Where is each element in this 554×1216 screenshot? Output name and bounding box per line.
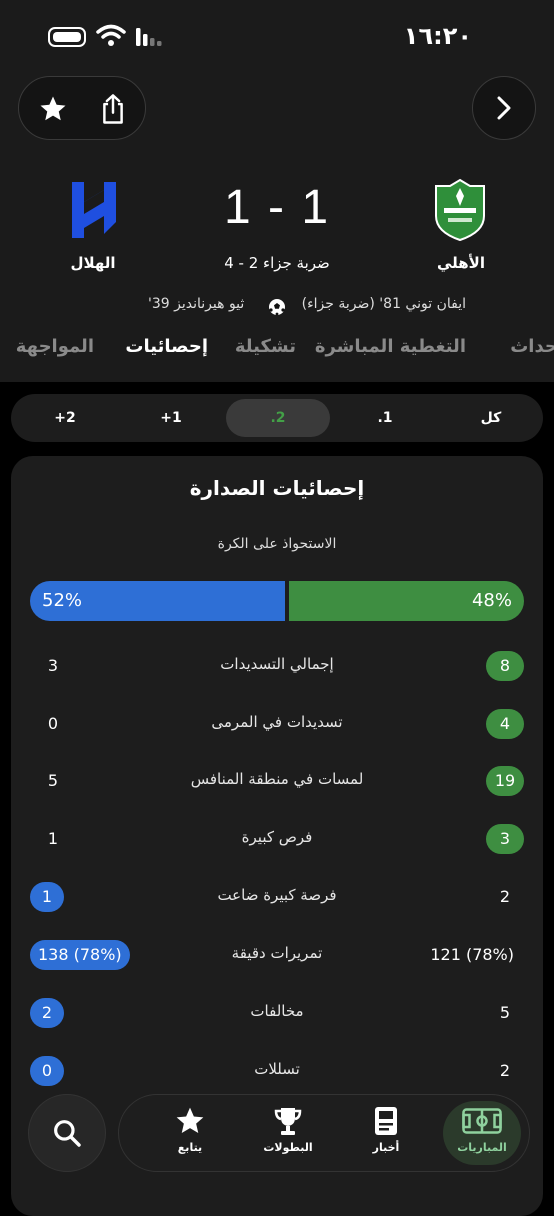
football-icon xyxy=(269,299,285,316)
back-button[interactable] xyxy=(472,76,536,140)
stat-label: فرص كبيرة xyxy=(241,828,313,846)
stat-row: فرصة كبيرة ضاعت 2 1 xyxy=(0,882,554,912)
stat-row: تمريرات دقيقة 121 (78%) 138 (78%) xyxy=(0,940,554,970)
possession-bar-home: 48% xyxy=(289,581,524,621)
stat-away-value: 5 xyxy=(47,771,59,790)
stat-row: تسللات 2 0 xyxy=(0,1056,554,1086)
trophy-icon xyxy=(274,1108,302,1135)
battery-icon xyxy=(48,27,86,47)
stat-away-value: 138 (78%) xyxy=(30,940,130,970)
stat-row: لمسات في منطقة المنافس 19 5 xyxy=(0,766,554,796)
nav-leagues-label: البطولات xyxy=(263,1141,313,1154)
stat-label: تسللات xyxy=(254,1060,300,1078)
filter-all[interactable]: كل xyxy=(439,399,543,437)
stat-away-value: 1 xyxy=(30,882,64,912)
stat-home-value: 3 xyxy=(486,824,524,854)
period-filter: كل .1 .2 +1 +2 xyxy=(11,394,543,442)
possession-label: الاستحواذ على الكرة xyxy=(217,536,337,552)
tab-head-to-head[interactable]: المواجهة xyxy=(16,336,94,357)
bottom-nav: المباريات أخبار البطولات يتابع xyxy=(118,1094,530,1172)
stat-row: فرص كبيرة 3 1 xyxy=(0,824,554,854)
filter-extra-time-2[interactable]: +2 xyxy=(13,399,117,437)
nav-matches-label: المباريات xyxy=(457,1141,507,1154)
stat-row: إجمالي التسديدات 8 3 xyxy=(0,651,554,681)
wifi-icon xyxy=(96,24,126,46)
tab-events[interactable]: أحداث xyxy=(510,336,554,357)
nav-matches[interactable]: المباريات xyxy=(443,1101,521,1165)
stat-label: تسديدات في المرمى xyxy=(211,713,343,731)
pitch-icon xyxy=(462,1108,502,1134)
search-button[interactable] xyxy=(28,1094,106,1172)
possession-bar-away: 52% xyxy=(30,581,285,621)
tab-statistics[interactable]: إحصائيات xyxy=(125,336,208,357)
filter-first-half[interactable]: .1 xyxy=(333,399,437,437)
nav-following[interactable]: يتابع xyxy=(151,1101,229,1165)
stat-label: إجمالي التسديدات xyxy=(220,655,334,673)
news-icon xyxy=(375,1107,397,1135)
match-score: 1 - 1 xyxy=(223,181,331,234)
stat-label: لمسات في منطقة المنافس xyxy=(190,770,364,788)
share-button[interactable] xyxy=(81,77,145,141)
chevron-right-icon xyxy=(497,96,511,120)
favorite-button[interactable] xyxy=(21,77,85,141)
star-icon xyxy=(176,1107,204,1133)
tab-live-coverage[interactable]: التغطية المباشرة xyxy=(315,336,466,357)
stat-home-value: 5 xyxy=(499,1003,511,1022)
stats-title: إحصائيات الصدارة xyxy=(189,476,365,500)
status-bar: ١٦:٢٠ xyxy=(0,18,554,58)
goal-scorers: ايفان توني 81' (ضربة جزاء) ثيو هيرنانديز… xyxy=(0,296,554,318)
stat-label: مخالفات xyxy=(250,1002,304,1020)
star-icon xyxy=(40,96,66,121)
stat-home-value: 121 (78%) xyxy=(430,945,514,964)
stat-away-value: 0 xyxy=(47,714,59,733)
penalty-shootout-score: ضربة جزاء 2 - 4 xyxy=(224,254,330,272)
stat-away-value: 2 xyxy=(30,998,64,1028)
stat-home-value: 4 xyxy=(486,709,524,739)
nav-following-label: يتابع xyxy=(177,1141,203,1154)
stat-label: فرصة كبيرة ضاعت xyxy=(217,886,337,904)
search-icon xyxy=(54,1120,81,1147)
nav-leagues[interactable]: البطولات xyxy=(249,1101,327,1165)
away-scorer: ثيو هيرنانديز 39' xyxy=(148,296,245,312)
stat-away-value: 1 xyxy=(47,829,59,848)
stat-away-value: 0 xyxy=(30,1056,64,1086)
nav-news-label: أخبار xyxy=(372,1141,400,1154)
home-scorer: ايفان توني 81' (ضربة جزاء) xyxy=(301,296,466,312)
stat-home-value: 8 xyxy=(486,651,524,681)
match-tabs: أحداث التغطية المباشرة تشكيلة إحصائيات ا… xyxy=(0,336,554,368)
stat-home-value: 2 xyxy=(499,887,511,906)
nav-news[interactable]: أخبار xyxy=(347,1101,425,1165)
filter-second-half[interactable]: .2 xyxy=(226,399,330,437)
stat-row: مخالفات 5 2 xyxy=(0,998,554,1028)
filter-extra-time-1[interactable]: +1 xyxy=(119,399,223,437)
status-time: ١٦:٢٠ xyxy=(403,22,472,50)
stat-away-value: 3 xyxy=(47,656,59,675)
tab-lineup[interactable]: تشكيلة xyxy=(235,336,296,357)
stat-home-value: 2 xyxy=(499,1061,511,1080)
signal-icon xyxy=(136,28,162,46)
stat-home-value: 19 xyxy=(486,766,524,796)
share-icon xyxy=(103,94,123,124)
action-pill xyxy=(18,76,146,140)
stat-row: تسديدات في المرمى 4 0 xyxy=(0,709,554,739)
